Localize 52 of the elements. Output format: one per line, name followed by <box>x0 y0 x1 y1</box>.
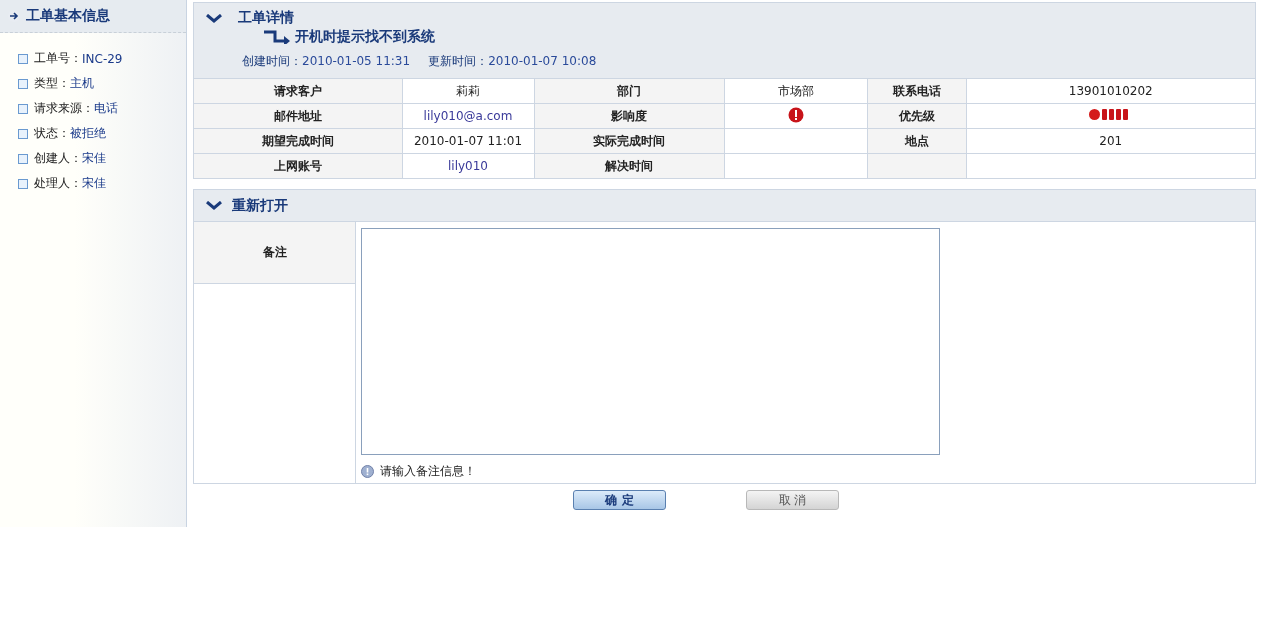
info-label: 类型： <box>34 75 70 92</box>
hint-text: 请输入备注信息！ <box>380 463 476 480</box>
field-label: 邮件地址 <box>194 103 402 129</box>
panel-title: 工单详情 <box>238 9 294 27</box>
info-value: 被拒绝 <box>70 125 106 142</box>
info-label: 创建人： <box>34 150 82 167</box>
note-label: 备注 <box>194 222 355 284</box>
updated-label: 更新时间： <box>428 54 489 68</box>
square-bullet-icon <box>18 78 28 89</box>
ticket-subject: 开机时提示找不到系统 <box>295 28 435 46</box>
field-label: 实际完成时间 <box>534 128 724 154</box>
sidebar-title: 工单基本信息 <box>26 7 110 25</box>
info-value: INC-29 <box>82 51 123 66</box>
square-bullet-icon <box>18 103 28 114</box>
info-value: 电话 <box>94 100 118 117</box>
field-label: 优先级 <box>867 103 966 129</box>
square-bullet-icon <box>18 53 28 64</box>
field-value: 13901010202 <box>966 78 1255 104</box>
arrow-right-icon <box>8 10 20 22</box>
updated-time: 2010-01-07 10:08 <box>488 54 597 68</box>
created-time: 2010-01-05 11:31 <box>302 54 411 68</box>
field-value: 莉莉 <box>402 78 534 104</box>
exclamation-icon <box>787 106 804 123</box>
field-label: 影响度 <box>534 103 724 129</box>
square-bullet-icon <box>18 153 28 164</box>
field-label: 解决时间 <box>534 153 724 178</box>
field-value: lily010@a.com <box>402 103 534 129</box>
field-label: 部门 <box>534 78 724 104</box>
cancel-button[interactable]: 取 消 <box>746 490 839 510</box>
field-label: 地点 <box>867 128 966 154</box>
square-bullet-icon <box>18 178 28 189</box>
field-label: 联系电话 <box>867 78 966 104</box>
info-label: 状态： <box>34 125 70 142</box>
info-icon <box>361 465 374 478</box>
field-label: 请求客户 <box>194 78 402 104</box>
square-bullet-icon <box>18 128 28 139</box>
field-label: 期望完成时间 <box>194 128 402 154</box>
info-label: 请求来源： <box>34 100 94 117</box>
field-value: 2010-01-07 11:01 <box>402 128 534 154</box>
info-label: 处理人： <box>34 175 82 192</box>
chevron-down-icon[interactable] <box>206 13 222 23</box>
confirm-button[interactable]: 确 定 <box>573 490 666 510</box>
created-label: 创建时间： <box>242 54 302 68</box>
info-value: 主机 <box>70 75 94 92</box>
info-label: 工单号： <box>34 50 82 67</box>
panel-title: 重新打开 <box>232 196 288 215</box>
info-value: 宋佳 <box>82 175 106 192</box>
field-label: 上网账号 <box>194 153 402 178</box>
info-value: 宋佳 <box>82 150 106 167</box>
turn-arrow-icon <box>263 30 291 44</box>
field-value: 市场部 <box>724 78 867 104</box>
chevron-down-icon[interactable] <box>206 201 222 210</box>
